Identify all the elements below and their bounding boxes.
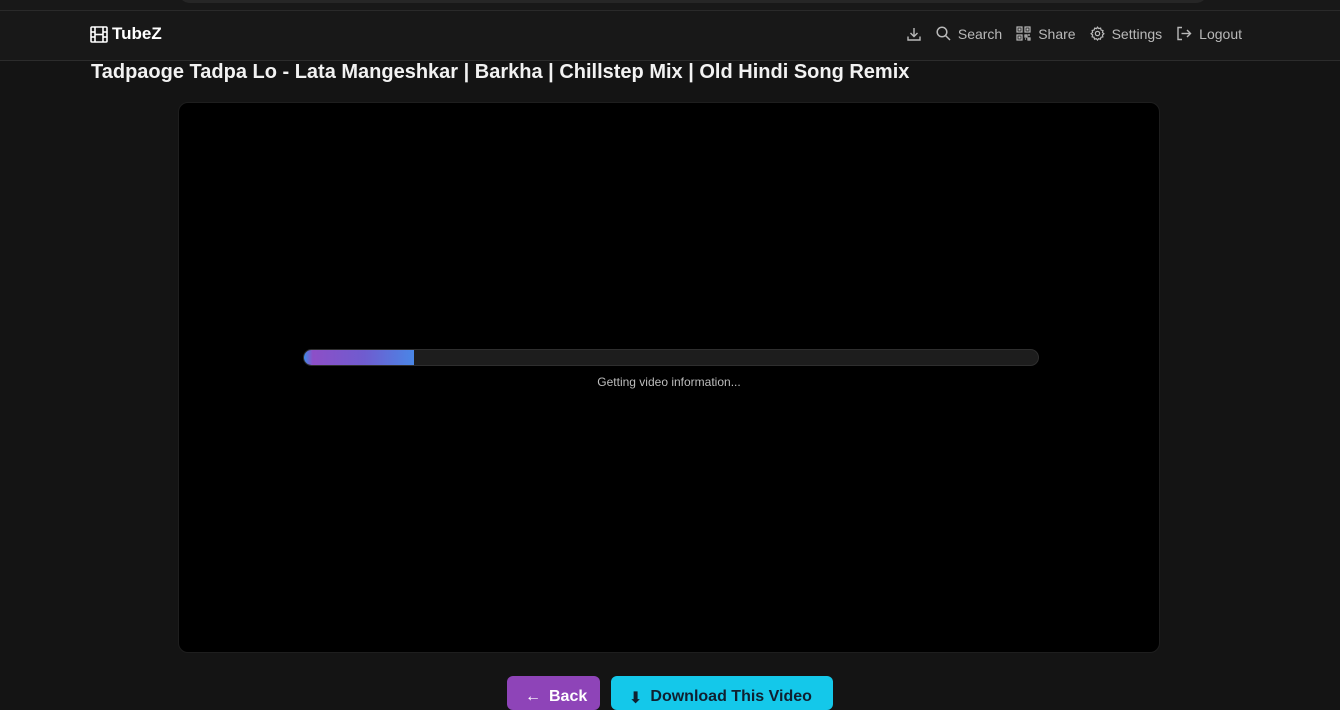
top-search-strip [0, 0, 1340, 11]
video-title: Tadpaoge Tadpa Lo - Lata Mangeshkar | Ba… [91, 61, 910, 83]
search-bar-remnant[interactable] [178, 0, 1208, 3]
nav-share[interactable]: Share [1016, 25, 1076, 42]
nav-settings[interactable]: Settings [1089, 25, 1163, 42]
brand-link[interactable]: TubeZ [90, 24, 162, 44]
download-video-button-label: Download This Video [650, 688, 812, 705]
nav-logout[interactable]: Logout [1176, 26, 1242, 42]
back-button[interactable]: ← Back [507, 676, 600, 710]
search-icon [936, 26, 951, 41]
gear-icon [1089, 26, 1105, 41]
video-player[interactable]: Getting video information... [178, 102, 1160, 653]
navbar: TubeZ Search Share Settings Logout [0, 11, 1340, 61]
nav-search-label: Search [957, 25, 1003, 42]
download-icon [906, 26, 922, 42]
nav-logout-label: Logout [1199, 25, 1242, 42]
nav-settings-label: Settings [1111, 25, 1163, 42]
loading-progress-bar [303, 349, 1039, 366]
nav-search[interactable]: Search [936, 26, 1002, 42]
logout-icon [1176, 26, 1192, 41]
arrow-left-icon: ← [525, 688, 541, 705]
download-video-button[interactable]: ⬇ Download This Video [611, 676, 833, 710]
loading-progress-fill [304, 350, 415, 365]
loading-status-text: Getting video information... [597, 375, 741, 389]
download-icon: ⬇ [629, 690, 643, 707]
nav-share-label: Share [1038, 25, 1076, 42]
brand-name: TubeZ [112, 24, 162, 43]
nav-downloads[interactable] [906, 26, 922, 42]
back-button-label: Back [549, 688, 588, 705]
nav-menu: Search Share Settings Logout [906, 11, 1242, 56]
film-icon [90, 25, 108, 43]
qr-code-icon [1016, 26, 1031, 41]
